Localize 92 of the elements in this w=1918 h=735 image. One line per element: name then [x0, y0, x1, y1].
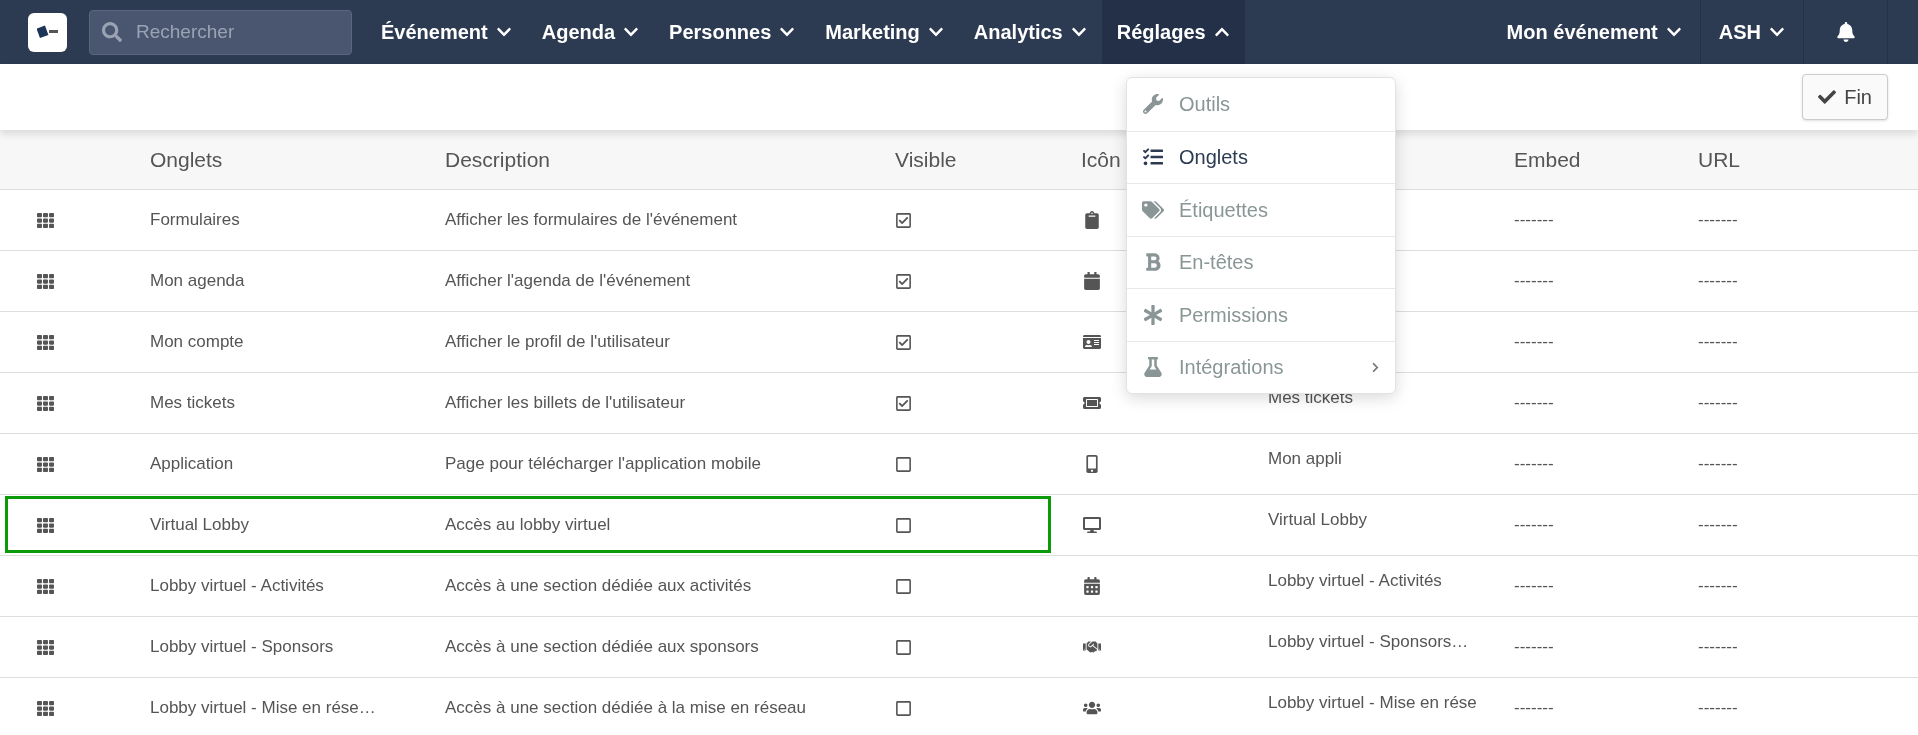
column-header: Embed [1514, 147, 1581, 171]
checkbox[interactable] [895, 638, 912, 656]
calendar-icon [1083, 577, 1101, 595]
monitor-icon [1083, 516, 1101, 534]
table-cell: Mes tickets [150, 393, 236, 413]
nav-menu[interactable]: Réglages [1101, 0, 1245, 64]
table-cell: Accès à une section dédiée à la mise en réseau [445, 698, 806, 718]
table-cell: ------- [1514, 454, 1554, 474]
drag-handle-icon[interactable] [37, 455, 54, 473]
clipboard-icon [1083, 211, 1101, 229]
table-cell: Page pour télécharger l'application mobile [445, 454, 762, 474]
drag-handle-icon[interactable] [37, 516, 54, 534]
checkbox[interactable] [895, 455, 912, 473]
table-cell: Afficher l'agenda de l'événement [445, 271, 691, 291]
table-cell: Lobby virtuel - Mise en rése [1268, 693, 1477, 712]
drag-handle-icon[interactable] [37, 394, 54, 412]
table-cell: ------- [1698, 515, 1738, 535]
checklist-icon [1142, 147, 1164, 168]
table-cell: Mon appli [1268, 449, 1342, 468]
table-cell: Lobby virtuel - Sponsors… [1268, 632, 1469, 651]
check-icon [1818, 88, 1837, 106]
table-cell: ------- [1698, 576, 1738, 596]
column-header: Description [445, 147, 551, 171]
checkbox[interactable] [895, 272, 912, 290]
done-button[interactable]: Fin [1802, 74, 1888, 120]
table-cell: Mon agenda [150, 271, 245, 291]
phone-icon [1083, 455, 1101, 473]
calendar-icon [1083, 272, 1101, 290]
table-cell: ------- [1698, 393, 1738, 413]
table-cell: ------- [1514, 210, 1554, 230]
checkbox[interactable] [895, 394, 912, 412]
table-cell: ------- [1514, 698, 1554, 718]
tags-icon [1142, 199, 1164, 220]
drag-handle-icon[interactable] [37, 211, 54, 229]
search-icon [102, 21, 122, 42]
table-cell: Accès à une section dédiée aux activités [445, 576, 752, 596]
column-header: Visible [895, 147, 957, 171]
id-card-icon [1083, 333, 1101, 351]
table-cell: Application [150, 454, 234, 474]
nav-menu[interactable]: Personnes [654, 0, 811, 64]
drag-handle-icon[interactable] [37, 638, 54, 656]
table-cell: Afficher les formulaires de l'événement [445, 210, 738, 230]
table-cell: ------- [1698, 454, 1738, 474]
table-cell: Afficher les billets de l'utilisateur [445, 393, 686, 413]
table-cell: ------- [1698, 271, 1738, 291]
checkbox[interactable] [895, 516, 912, 534]
menu-item[interactable]: Onglets [1127, 130, 1395, 183]
table-cell: ------- [1514, 576, 1554, 596]
table-cell: Afficher le profil de l'utilisateur [445, 332, 670, 352]
wrench-icon [1142, 94, 1164, 115]
table-cell: ------- [1698, 210, 1738, 230]
table-cell: ------- [1698, 332, 1738, 352]
checkbox[interactable] [895, 699, 912, 717]
column-header: URL [1698, 147, 1740, 171]
flask-icon [1142, 357, 1164, 378]
users-icon [1083, 699, 1101, 717]
table-cell: Formulaires [150, 210, 240, 230]
ticket-icon [1083, 394, 1101, 412]
nav-menu[interactable]: Analytics [958, 0, 1102, 64]
table-cell: Mon compte [150, 332, 244, 352]
table-cell: Virtual Lobby [150, 515, 249, 535]
app-logo[interactable] [28, 12, 67, 52]
table-cell: Lobby virtuel - Mise en rése… [150, 698, 376, 718]
nav-menu[interactable]: Événement [366, 0, 527, 64]
table-cell: ------- [1514, 332, 1554, 352]
table-cell: ------- [1514, 637, 1554, 657]
bell-icon [1835, 22, 1856, 42]
table-cell: Lobby virtuel - Activités [1268, 571, 1442, 590]
nav-menu[interactable]: Agenda [526, 0, 655, 64]
table-cell: Virtual Lobby [1268, 510, 1367, 529]
checkbox[interactable] [895, 211, 912, 229]
table-cell: Accès à une section dédiée aux sponsors [445, 637, 759, 657]
drag-handle-icon[interactable] [37, 577, 54, 595]
nav-menu[interactable]: Marketing [810, 0, 959, 64]
drag-handle-icon[interactable] [37, 699, 54, 717]
drag-handle-icon[interactable] [37, 333, 54, 351]
table-cell: Lobby virtuel - Activités [150, 576, 324, 596]
table-cell: ------- [1514, 393, 1554, 413]
table-cell: ------- [1514, 271, 1554, 291]
table-cell: ------- [1698, 698, 1738, 718]
checkbox[interactable] [895, 333, 912, 351]
table-cell: ------- [1698, 637, 1738, 657]
logo-icon [36, 25, 59, 39]
table-cell: ------- [1514, 515, 1554, 535]
table-cell: Lobby virtuel - Sponsors [150, 637, 334, 657]
column-header: Icôn [1081, 147, 1121, 171]
column-header: Onglets [150, 147, 223, 171]
drag-handle-icon[interactable] [37, 272, 54, 290]
checkbox[interactable] [895, 577, 912, 595]
table-cell: Accès au lobby virtuel [445, 515, 611, 535]
asterisk-icon [1142, 304, 1164, 325]
search-field[interactable]: Rechercher [89, 9, 352, 55]
